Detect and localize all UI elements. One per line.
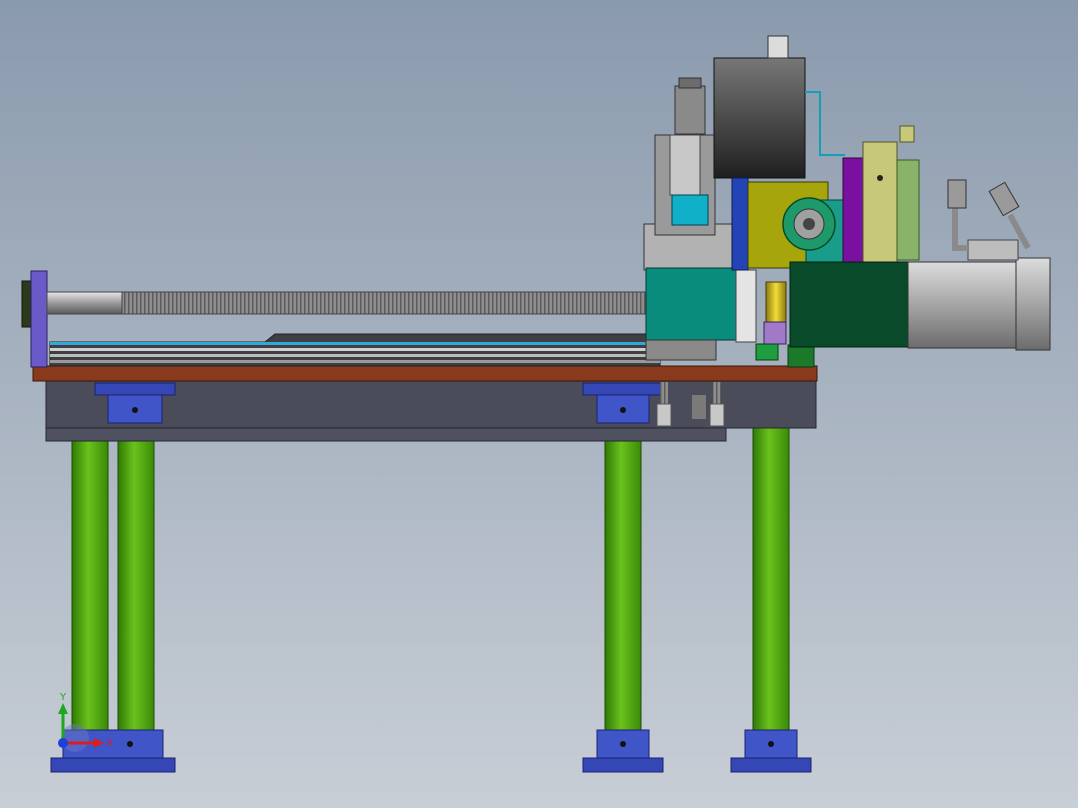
- leg-3: [604, 424, 642, 736]
- base-plate: [32, 365, 818, 382]
- leg-1: [71, 424, 109, 736]
- y-axis-label: Y: [59, 692, 67, 703]
- leg-4: [752, 424, 790, 736]
- ball-screw: [46, 291, 648, 315]
- z-axis-dot: [58, 738, 68, 748]
- leg-2: [117, 424, 155, 736]
- cad-viewport[interactable]: Y X: [0, 0, 1078, 808]
- x-axis-label: X: [106, 738, 113, 749]
- cad-model-view[interactable]: Y X: [0, 0, 1078, 808]
